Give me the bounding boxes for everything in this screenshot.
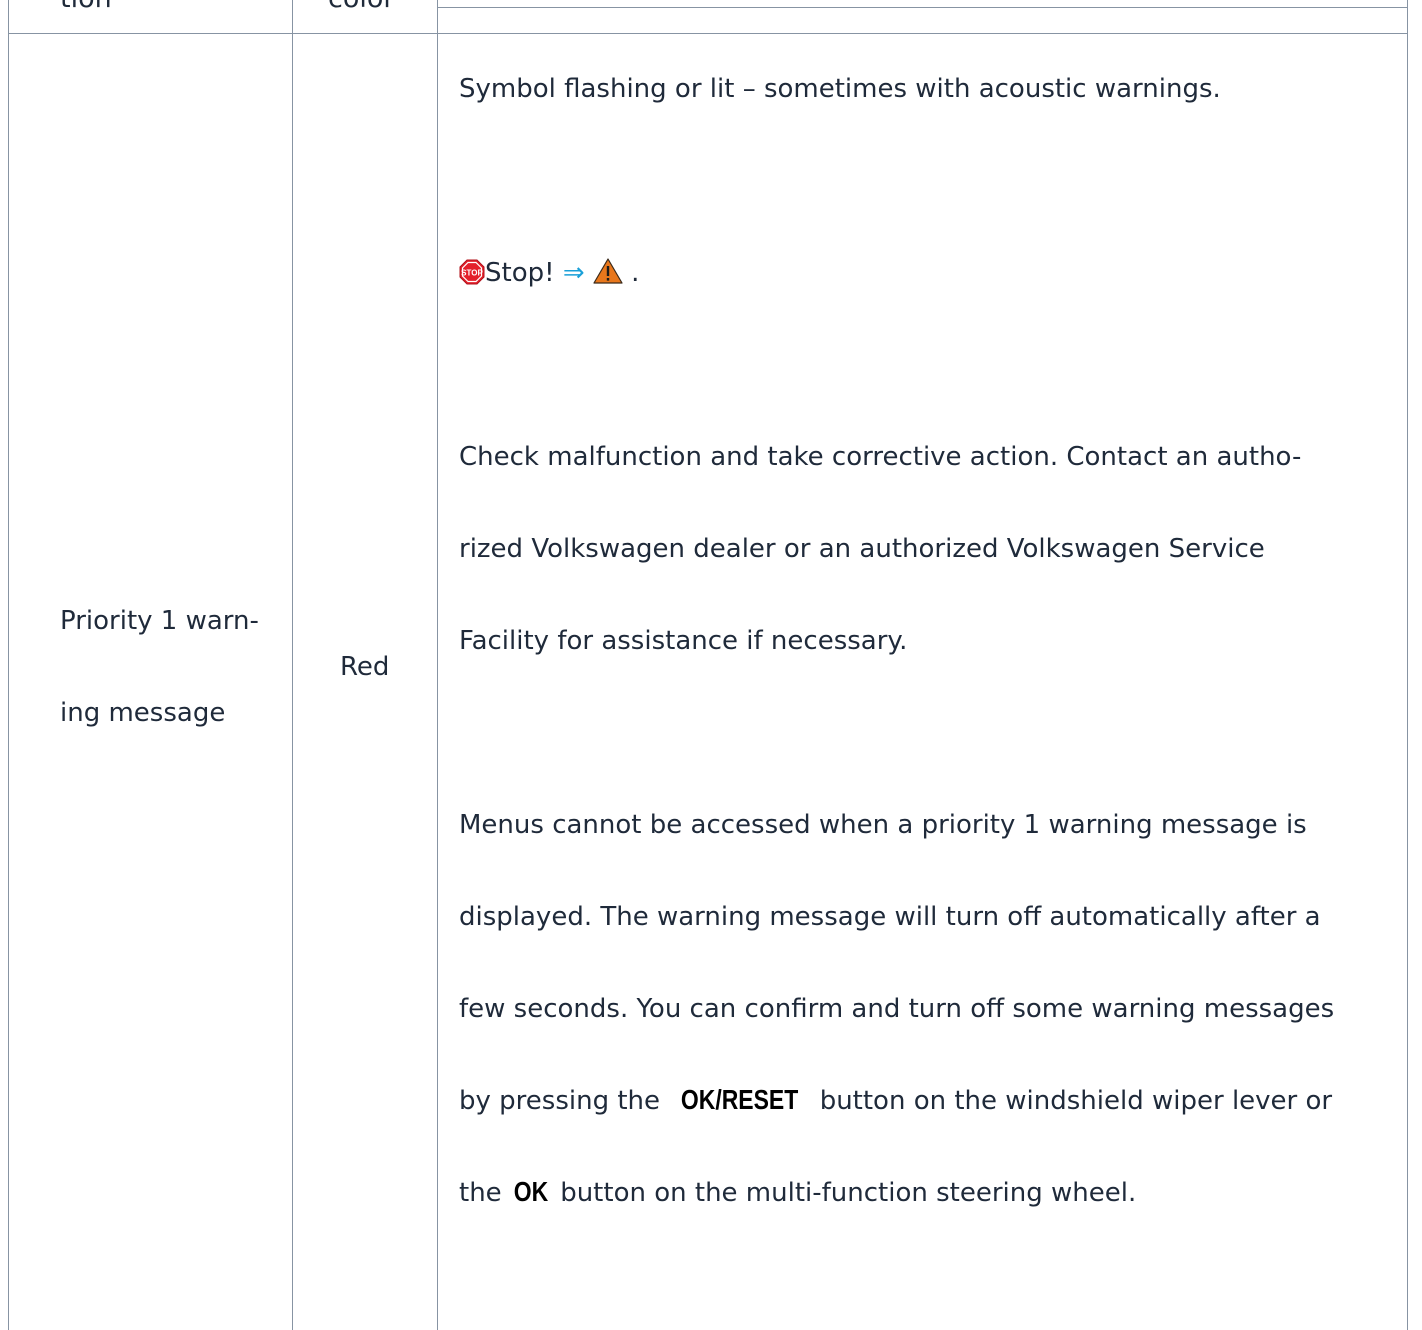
stop-sign-icon: STOP bbox=[459, 259, 485, 285]
column-divider-2 bbox=[437, 0, 438, 1330]
message-type-line-2: ing message bbox=[60, 698, 226, 728]
warning-reference-arrow[interactable]: ⇒ bbox=[563, 258, 585, 288]
ok-instruction-after: button on the multi-function steering wh… bbox=[560, 1178, 1137, 1208]
message-type-line-1: Priority 1 warn- bbox=[60, 606, 259, 636]
description-paragraph-3-line-2: rized Volkswagen dealer or an authorized… bbox=[459, 534, 1265, 564]
description-paragraph-4-line-5: the OK button on the multi-function stee… bbox=[459, 1176, 1136, 1208]
ok-reset-instruction-after: button on the windshield wiper lever or bbox=[819, 1086, 1333, 1116]
table-top-border bbox=[437, 7, 1408, 8]
stop-period: . bbox=[631, 258, 640, 288]
column-divider-1 bbox=[292, 0, 293, 1330]
symbol-color-cell: Red bbox=[340, 652, 390, 682]
description-paragraph-3-line-1: Check malfunction and take corrective ac… bbox=[459, 442, 1302, 472]
description-paragraph-3-line-3: Facility for assistance if necessary. bbox=[459, 626, 908, 656]
header-type-label: tion bbox=[60, 0, 112, 14]
description-paragraph-4-line-3: few seconds. You can confirm and turn of… bbox=[459, 994, 1335, 1024]
warning-table: tion color Priority 1 warn- ing message … bbox=[8, 0, 1408, 1330]
ok-reset-instruction-before: by pressing the bbox=[459, 1086, 661, 1116]
description-paragraph-4-line-1: Menus cannot be accessed when a priority… bbox=[459, 810, 1307, 840]
ok-instruction-before: the bbox=[459, 1178, 502, 1208]
ok-button-label: OK bbox=[513, 1176, 549, 1207]
description-paragraph-1: Symbol flashing or lit – sometimes with … bbox=[459, 74, 1221, 104]
table-right-border bbox=[1407, 0, 1408, 1330]
header-row-divider bbox=[8, 33, 1408, 34]
warning-triangle-icon[interactable] bbox=[593, 258, 623, 284]
stop-instruction: STOP Stop! ⇒ . bbox=[459, 258, 639, 288]
description-paragraph-4-line-2: displayed. The warning message will turn… bbox=[459, 902, 1321, 932]
description-paragraph-4-line-4: by pressing the OK/RESET button on the w… bbox=[459, 1084, 1332, 1116]
table-left-border bbox=[8, 0, 9, 1330]
stop-text: Stop! bbox=[485, 258, 555, 288]
header-color-label: color bbox=[328, 0, 395, 14]
svg-text:STOP: STOP bbox=[461, 269, 483, 278]
ok-reset-button-label: OK/RESET bbox=[681, 1084, 799, 1115]
